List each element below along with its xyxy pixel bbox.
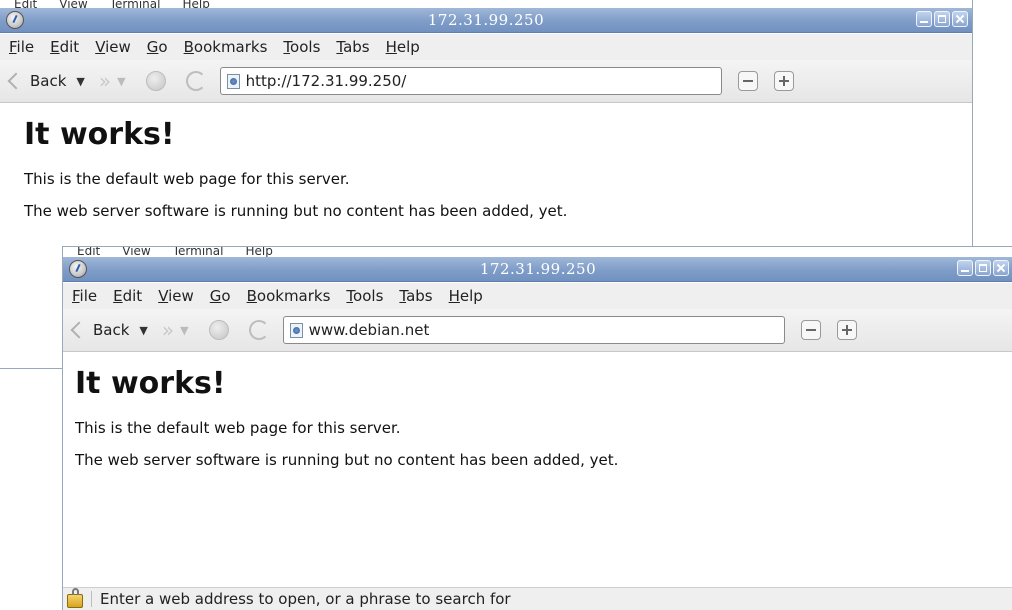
address-bar[interactable]: http://172.31.99.250/ bbox=[219, 67, 722, 95]
menu-file[interactable]: File bbox=[71, 287, 98, 305]
minimize-button[interactable] bbox=[957, 260, 973, 276]
menu-tabs[interactable]: Tabs bbox=[398, 287, 433, 305]
page-paragraph-2: The web server software is running but n… bbox=[24, 202, 568, 220]
address-text[interactable]: www.debian.net bbox=[309, 321, 430, 339]
close-button[interactable] bbox=[952, 11, 968, 27]
back-button[interactable]: Back ▼ bbox=[8, 72, 85, 90]
lock-icon[interactable] bbox=[67, 588, 83, 608]
menu-go[interactable]: Go bbox=[209, 287, 232, 305]
page-icon bbox=[289, 322, 303, 338]
maximize-button[interactable] bbox=[975, 260, 991, 276]
window-title: 172.31.99.250 bbox=[479, 260, 597, 278]
back-button-label: Back bbox=[93, 321, 130, 339]
menu-bookmarks[interactable]: Bookmarks bbox=[246, 287, 332, 305]
title-bar[interactable]: 172.31.99.250 bbox=[0, 8, 972, 33]
minimize-button[interactable] bbox=[916, 11, 932, 27]
menu-tools[interactable]: Tools bbox=[282, 38, 321, 56]
menu-file[interactable]: File bbox=[8, 38, 35, 56]
epiphany-app-icon[interactable] bbox=[69, 260, 87, 278]
window-title: 172.31.99.250 bbox=[427, 11, 545, 29]
reload-icon[interactable] bbox=[185, 71, 206, 91]
menu-view[interactable]: View bbox=[157, 287, 195, 305]
title-bar[interactable]: 172.31.99.250 bbox=[63, 257, 1012, 282]
status-divider bbox=[91, 591, 92, 607]
status-text: Enter a web address to open, or a phrase… bbox=[100, 590, 511, 608]
window-controls bbox=[916, 11, 968, 27]
status-bar: Enter a web address to open, or a phrase… bbox=[63, 587, 1012, 610]
back-arrow-icon bbox=[71, 322, 89, 338]
page-paragraph-1: This is the default web page for this se… bbox=[75, 419, 401, 437]
back-arrow-icon bbox=[8, 73, 26, 89]
address-bar[interactable]: www.debian.net bbox=[282, 316, 785, 344]
menu-edit[interactable]: Edit bbox=[112, 287, 143, 305]
menu-bookmarks[interactable]: Bookmarks bbox=[183, 38, 269, 56]
forward-history-chevron-icon[interactable]: ▼ bbox=[180, 324, 188, 337]
back-history-chevron-icon[interactable]: ▼ bbox=[139, 324, 147, 337]
stop-icon[interactable] bbox=[208, 320, 229, 340]
menu-tools[interactable]: Tools bbox=[345, 287, 384, 305]
menu-bar: File Edit View Go Bookmarks Tools Tabs H… bbox=[63, 283, 1012, 309]
navigation-toolbar: Back ▼ » ▼ http://172.31.99.250/ bbox=[0, 60, 972, 103]
forward-arrow-icon[interactable]: » bbox=[99, 69, 111, 93]
browser-window-front: Edit View Terminal Help 172.31.99.250 Fi… bbox=[62, 246, 1012, 610]
window-controls bbox=[957, 260, 1009, 276]
back-button[interactable]: Back ▼ bbox=[71, 321, 148, 339]
zoom-out-button[interactable] bbox=[800, 320, 821, 340]
page-content: It works! This is the default web page f… bbox=[63, 352, 1012, 588]
menu-help[interactable]: Help bbox=[385, 38, 421, 56]
page-paragraph-1: This is the default web page for this se… bbox=[24, 170, 350, 188]
forward-arrow-icon[interactable]: » bbox=[162, 318, 174, 342]
zoom-in-button[interactable] bbox=[773, 71, 794, 91]
back-history-chevron-icon[interactable]: ▼ bbox=[76, 75, 84, 88]
page-paragraph-2: The web server software is running but n… bbox=[75, 451, 619, 469]
menu-help[interactable]: Help bbox=[448, 287, 484, 305]
maximize-button[interactable] bbox=[934, 11, 950, 27]
page-heading: It works! bbox=[24, 117, 175, 152]
zoom-out-button[interactable] bbox=[737, 71, 758, 91]
menu-edit[interactable]: Edit bbox=[49, 38, 80, 56]
page-heading: It works! bbox=[75, 366, 226, 401]
menu-bar: File Edit View Go Bookmarks Tools Tabs H… bbox=[0, 34, 972, 60]
back-button-label: Back bbox=[30, 72, 67, 90]
menu-view[interactable]: View bbox=[94, 38, 132, 56]
stop-icon[interactable] bbox=[145, 71, 166, 91]
forward-history-chevron-icon[interactable]: ▼ bbox=[117, 75, 125, 88]
navigation-toolbar: Back ▼ » ▼ www.debian.net bbox=[63, 309, 1012, 352]
zoom-in-button[interactable] bbox=[836, 320, 857, 340]
close-button[interactable] bbox=[993, 260, 1009, 276]
reload-icon[interactable] bbox=[248, 320, 269, 340]
address-text[interactable]: http://172.31.99.250/ bbox=[246, 72, 407, 90]
epiphany-app-icon[interactable] bbox=[6, 11, 24, 29]
page-icon bbox=[226, 73, 240, 89]
menu-tabs[interactable]: Tabs bbox=[335, 38, 370, 56]
menu-go[interactable]: Go bbox=[146, 38, 169, 56]
